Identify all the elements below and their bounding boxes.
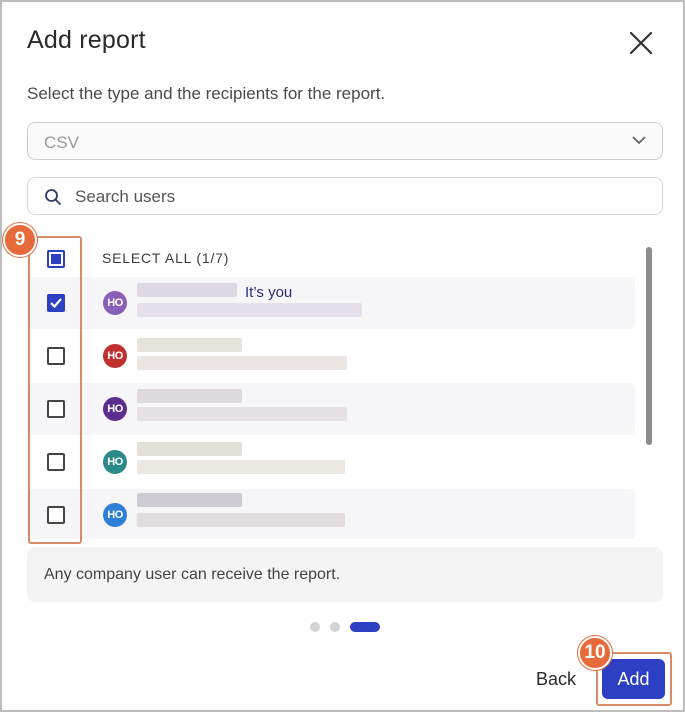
add-report-dialog: Add report Select the type and the recip… xyxy=(0,0,685,712)
step-badge-9: 9 xyxy=(3,223,37,257)
user-row[interactable]: HO xyxy=(27,330,635,382)
user-row[interactable]: HO xyxy=(27,489,635,539)
redacted-email xyxy=(137,513,345,527)
redacted-email xyxy=(137,356,347,370)
redacted-name xyxy=(137,389,242,403)
select-all-label: SELECT ALL (1/7) xyxy=(102,250,230,266)
avatar: HO xyxy=(103,291,127,315)
avatar: HO xyxy=(103,397,127,421)
info-text: Any company user can receive the report. xyxy=(44,566,341,583)
close-button[interactable] xyxy=(626,28,656,58)
redacted-name xyxy=(137,283,237,297)
current-user-tag: It’s you xyxy=(245,284,293,301)
back-button[interactable]: Back xyxy=(528,664,584,694)
search-users-field[interactable] xyxy=(27,177,663,215)
avatar: HO xyxy=(103,503,127,527)
step-dot-active xyxy=(350,622,380,632)
search-input[interactable] xyxy=(73,184,637,210)
redacted-email xyxy=(137,303,362,317)
step-badge-10: 10 xyxy=(578,636,612,670)
dialog-subtitle: Select the type and the recipients for t… xyxy=(27,84,386,103)
search-icon xyxy=(45,189,61,205)
checkbox-highlight xyxy=(28,236,82,544)
dialog-title: Add report xyxy=(27,26,146,54)
redacted-name xyxy=(137,493,242,507)
redacted-name xyxy=(137,442,242,456)
chevron-down-icon xyxy=(632,136,646,145)
user-row[interactable]: HO xyxy=(27,436,635,488)
add-button[interactable]: Add xyxy=(602,659,665,699)
list-scrollbar[interactable] xyxy=(646,247,652,445)
step-dot xyxy=(330,622,340,632)
info-note: Any company user can receive the report. xyxy=(27,547,663,602)
report-type-select[interactable]: CSV xyxy=(27,122,663,160)
user-row[interactable]: HO xyxy=(27,277,635,329)
report-type-value: CSV xyxy=(44,133,79,152)
close-icon xyxy=(629,31,653,55)
redacted-name xyxy=(137,338,242,352)
redacted-email xyxy=(137,460,345,474)
avatar: HO xyxy=(103,450,127,474)
step-dot xyxy=(310,622,320,632)
avatar: HO xyxy=(103,344,127,368)
redacted-email xyxy=(137,407,347,421)
recipients-list: SELECT ALL (1/7) HO HO HO HO HO xyxy=(27,234,639,539)
user-row[interactable]: HO xyxy=(27,383,635,435)
